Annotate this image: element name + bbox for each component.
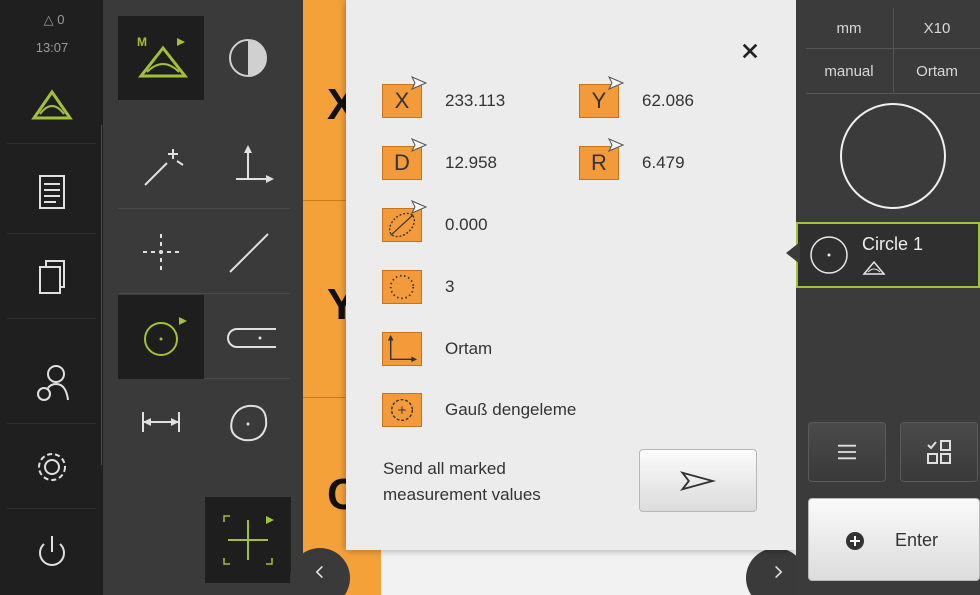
- point-count-icon: [389, 274, 415, 300]
- line-tool[interactable]: [205, 210, 291, 294]
- result-row-coordinate-system[interactable]: Ortam: [382, 332, 492, 366]
- circle-icon: [144, 317, 187, 356]
- freeform-icon: [230, 404, 268, 442]
- multi-select-icon: [927, 440, 951, 464]
- measure-icon: [30, 88, 73, 119]
- send-button[interactable]: [639, 449, 757, 512]
- result-row-r[interactable]: R 6.479: [579, 138, 685, 180]
- power-icon: [38, 536, 65, 566]
- send-instructions: Send all marked measurement values: [383, 459, 541, 504]
- protocol-icon: [38, 174, 65, 209]
- auto-measure-tool[interactable]: [118, 125, 204, 209]
- list-icon: [838, 444, 856, 460]
- export-arrow-icon: [411, 200, 427, 214]
- svg-text:M: M: [137, 35, 147, 49]
- result-value: 62.086: [642, 91, 694, 110]
- export-arrow-icon: [608, 138, 624, 152]
- chip-coordinate-system: [382, 332, 422, 366]
- coordinate-system-tool[interactable]: [205, 125, 291, 209]
- main-menu: △ 0 13:07: [0, 0, 103, 595]
- result-row-point-count[interactable]: 3: [382, 270, 454, 304]
- result-value: 6.479: [642, 153, 685, 172]
- chip-x: X: [382, 76, 427, 118]
- chip-y: Y: [579, 76, 624, 118]
- export-arrow-icon: [411, 76, 427, 90]
- measure-manual-icon: M: [137, 35, 189, 78]
- contrast-icon: [229, 39, 267, 77]
- feature-preview: [840, 103, 946, 209]
- result-row-roundness[interactable]: 0.000: [382, 200, 488, 242]
- menu-files-button[interactable]: [7, 235, 96, 319]
- result-value: 12.958: [445, 153, 497, 172]
- distance-icon: [142, 412, 180, 432]
- result-row-x[interactable]: X 233.113: [382, 76, 506, 118]
- menu-user-button[interactable]: [7, 340, 96, 424]
- crosshair-tool[interactable]: [205, 497, 291, 583]
- enter-button[interactable]: [808, 498, 980, 581]
- status-area: △ 0 13:07: [0, 0, 103, 60]
- enter-label: Enter: [895, 530, 939, 550]
- chip-point-count: [382, 270, 422, 304]
- menu-power-button[interactable]: [7, 510, 96, 594]
- chip-d: D: [382, 138, 427, 180]
- delta-icon: △: [43, 12, 54, 27]
- chip-roundness: [382, 200, 427, 242]
- line-icon: [229, 233, 269, 273]
- send-icon: [680, 470, 717, 491]
- export-arrow-icon: [608, 76, 624, 90]
- circle-feature-icon: [810, 236, 848, 274]
- menu-protocol-button[interactable]: [7, 150, 96, 234]
- axes-icon: [236, 145, 274, 183]
- close-icon: [742, 43, 758, 59]
- select-features-button[interactable]: [900, 422, 978, 482]
- distance-tool[interactable]: [118, 380, 204, 464]
- measured-icon: [862, 260, 886, 275]
- clock: 13:07: [35, 40, 69, 55]
- result-value: Ortam: [445, 339, 493, 358]
- unit-selector[interactable]: mm: [805, 5, 893, 51]
- measure-mode-tool[interactable]: M: [118, 16, 204, 100]
- result-value: 3: [445, 277, 455, 296]
- zoom-selector[interactable]: X10: [894, 5, 980, 51]
- result-value: 233.113: [445, 91, 506, 110]
- gear-icon: [37, 452, 66, 481]
- point-icon: [143, 234, 179, 270]
- result-row-y[interactable]: Y 62.086: [579, 76, 694, 118]
- chevron-right-icon: [775, 565, 783, 579]
- fitting-method-icon: [390, 398, 414, 422]
- magic-wand-icon: [144, 149, 184, 186]
- result-row-fitting-method[interactable]: Gauß dengeleme: [382, 393, 576, 427]
- slot-tool[interactable]: [205, 295, 291, 379]
- coordinate-system-icon: [387, 334, 418, 363]
- export-arrow-icon: [411, 138, 427, 152]
- slot-icon: [227, 328, 276, 348]
- circle-tool[interactable]: [118, 295, 204, 379]
- result-value: Gauß dengeleme: [445, 400, 577, 419]
- coordinate-system-selector[interactable]: Ortam: [894, 48, 980, 94]
- crosshair-icon: [223, 515, 274, 565]
- menu-settings-button[interactable]: [7, 425, 96, 509]
- measure-count: △ 0: [43, 12, 65, 27]
- user-settings-icon: [36, 364, 69, 401]
- list-view-button[interactable]: [808, 422, 886, 482]
- close-button[interactable]: [735, 36, 765, 66]
- chip-r: R: [579, 138, 624, 180]
- chevron-left-icon: [315, 565, 323, 579]
- result-row-d[interactable]: D 12.958: [382, 138, 497, 180]
- files-icon: [38, 259, 65, 294]
- freeform-tool[interactable]: [205, 380, 291, 464]
- menu-measure-button[interactable]: [7, 60, 96, 144]
- plus-circle-icon: [846, 532, 864, 550]
- point-tool[interactable]: [118, 210, 204, 294]
- chip-fitting-method: [382, 393, 422, 427]
- mode-selector[interactable]: manual: [805, 48, 893, 94]
- selection-pointer-icon: [786, 242, 800, 264]
- contrast-tool[interactable]: [205, 16, 291, 100]
- feature-name: Circle 1: [862, 234, 924, 254]
- result-value: 0.000: [445, 215, 488, 234]
